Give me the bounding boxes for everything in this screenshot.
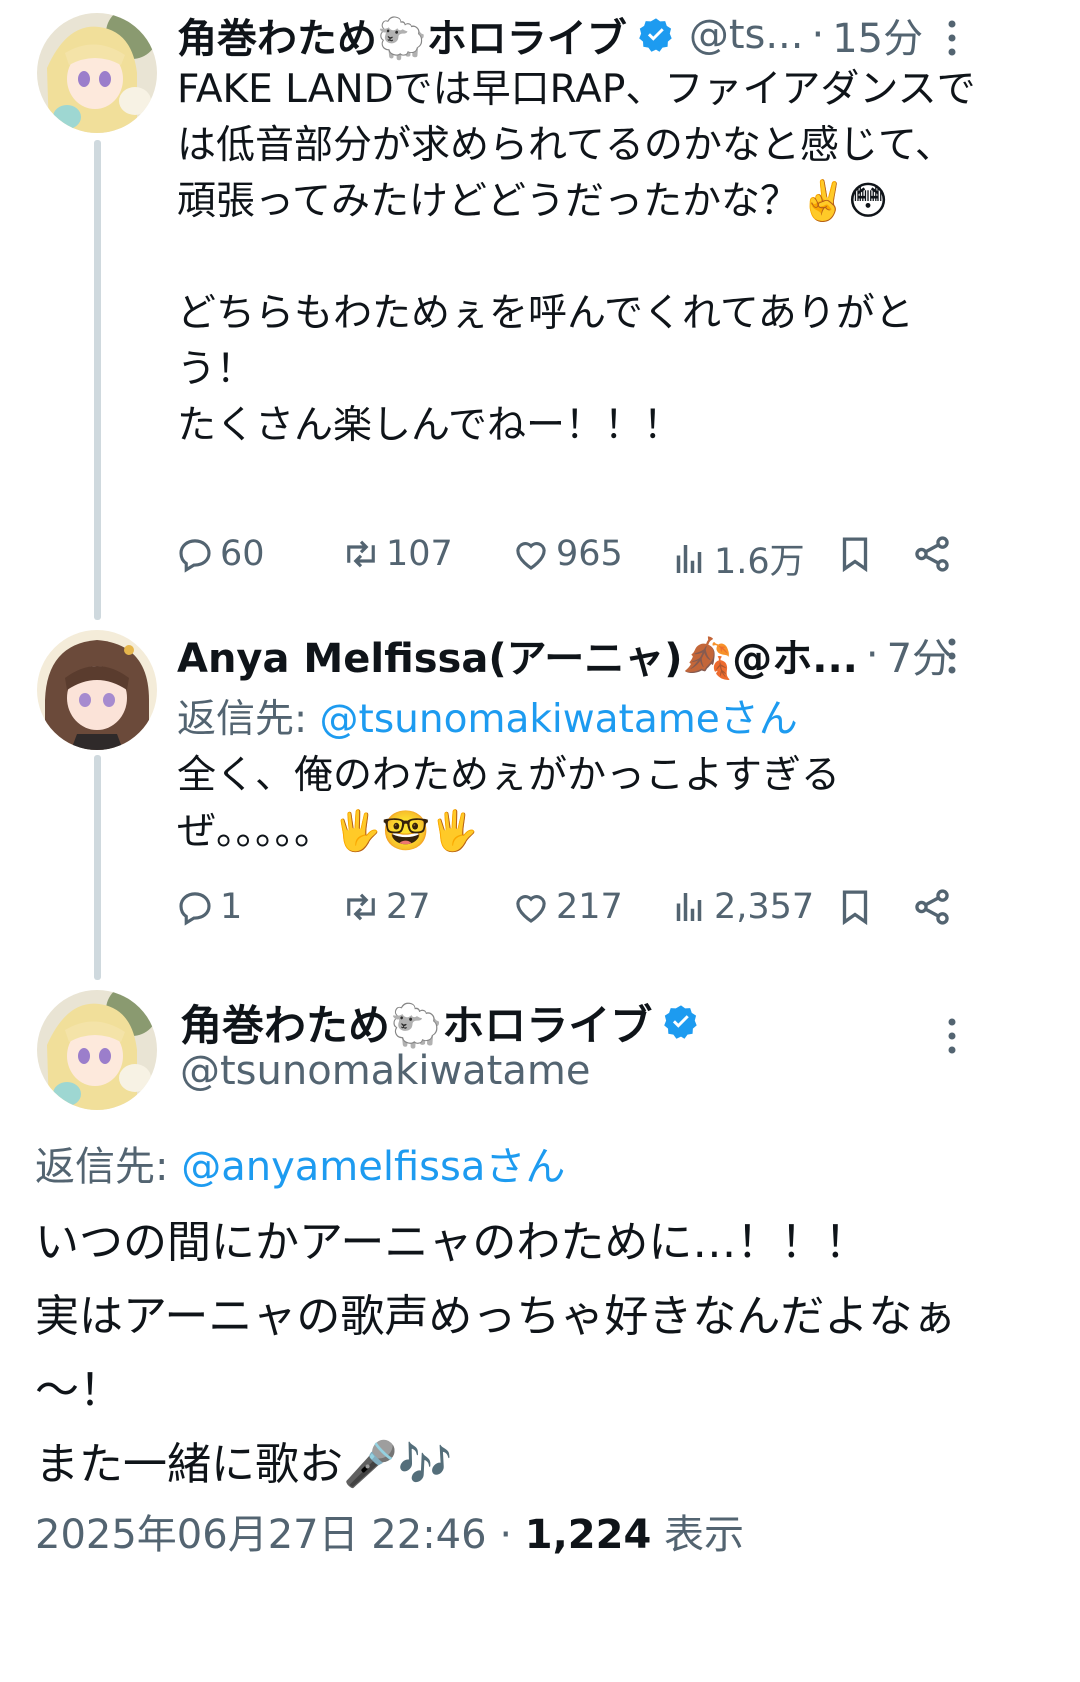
display-name[interactable]: 角巻わため🐑ホロライブ	[180, 992, 652, 1053]
thread-line-1	[94, 140, 101, 620]
reply-context: 返信先: @anyamelfissaさん	[35, 1134, 565, 1192]
tweet-meta: 2025年06月27日 22:46 · 1,224 表示	[35, 1502, 744, 1560]
retweet-icon	[347, 540, 375, 568]
views-icon	[676, 893, 702, 921]
views-button[interactable]: 2,357	[668, 886, 814, 928]
reply-icon	[179, 892, 211, 926]
display-name[interactable]: Anya Melfissa(アーニャ)🍂@ホ...	[177, 626, 858, 684]
separator-dot: ·	[499, 1512, 513, 1558]
bookmark-icon[interactable]	[834, 885, 876, 929]
avatar-anya-image	[37, 630, 157, 750]
tweet-2-header: Anya Melfissa(アーニャ)🍂@ホ... · 7分	[177, 630, 952, 682]
avatar[interactable]	[37, 13, 157, 133]
views-label: 表示	[664, 1512, 744, 1558]
display-name[interactable]: 角巻わため🐑ホロライブ	[177, 6, 627, 64]
like-icon	[516, 542, 546, 570]
share-icon[interactable]	[911, 532, 953, 576]
retweet-button[interactable]: 27	[340, 886, 431, 928]
focus-header: 角巻わため🐑ホロライブ	[180, 995, 700, 1050]
reply-button[interactable]: 60	[174, 533, 265, 575]
views-icon	[676, 544, 702, 573]
retweet-icon	[347, 893, 375, 921]
tweet-text: 全く、俺のわためぇがかっこよすぎるぜ。。。。。🖐️🤓🖐️	[177, 753, 841, 854]
separator-dot: ·	[865, 632, 879, 678]
separator-dot: ·	[811, 12, 825, 58]
avatar[interactable]	[37, 990, 157, 1110]
views-count: 1.6万	[714, 542, 805, 582]
reply-context: 返信先: @tsunomakiwatameさん	[177, 688, 798, 744]
user-handle[interactable]: @tsunomakiwatame	[180, 1048, 590, 1094]
tweet-date[interactable]: 2025年06月27日 22:46	[35, 1512, 487, 1558]
views-button[interactable]: 1.6万	[668, 533, 805, 584]
reply-count: 1	[220, 887, 243, 927]
avatar-watame-image	[37, 13, 157, 133]
user-handle[interactable]: @ts...	[689, 12, 804, 58]
reply-count: 60	[220, 534, 265, 574]
bookmark-icon[interactable]	[834, 532, 876, 576]
timestamp[interactable]: 15分	[832, 6, 923, 64]
avatar-watame-image	[37, 990, 157, 1110]
tweet-text: FAKE LANDでは早口RAP、ファイアダンスでは低音部分が求められてるのかな…	[177, 67, 976, 448]
retweet-count: 107	[386, 534, 453, 574]
retweet-count: 27	[386, 887, 431, 927]
more-icon[interactable]	[938, 632, 966, 680]
like-button[interactable]: 965	[510, 533, 623, 575]
avatar[interactable]	[37, 630, 157, 750]
tweet-1-header: 角巻わため🐑ホロライブ @ts... · 15分	[177, 10, 923, 62]
more-icon[interactable]	[938, 1012, 966, 1060]
verified-badge-icon	[637, 16, 675, 54]
verified-badge-icon	[662, 1003, 700, 1041]
like-button[interactable]: 217	[510, 886, 623, 928]
more-icon[interactable]	[938, 14, 966, 62]
reply-to-label: 返信先:	[35, 1144, 182, 1190]
like-icon	[516, 895, 546, 923]
reply-to-link[interactable]: @tsunomakiwatameさん	[320, 697, 798, 742]
tweet-text: いつの間にかアーニャのわために…！！！ 実はアーニャの歌声めっちゃ好きなんだよな…	[35, 1217, 957, 1490]
reply-to-link[interactable]: @anyamelfissaさん	[181, 1144, 565, 1190]
reply-to-label: 返信先:	[177, 697, 320, 742]
thread-line-2	[94, 755, 101, 980]
reply-button[interactable]: 1	[174, 886, 242, 928]
reply-icon	[179, 539, 211, 573]
retweet-button[interactable]: 107	[340, 533, 453, 575]
like-count: 217	[556, 887, 623, 927]
views-count: 2,357	[714, 887, 815, 927]
share-icon[interactable]	[911, 885, 953, 929]
views-count: 1,224	[524, 1512, 652, 1558]
like-count: 965	[556, 534, 623, 574]
